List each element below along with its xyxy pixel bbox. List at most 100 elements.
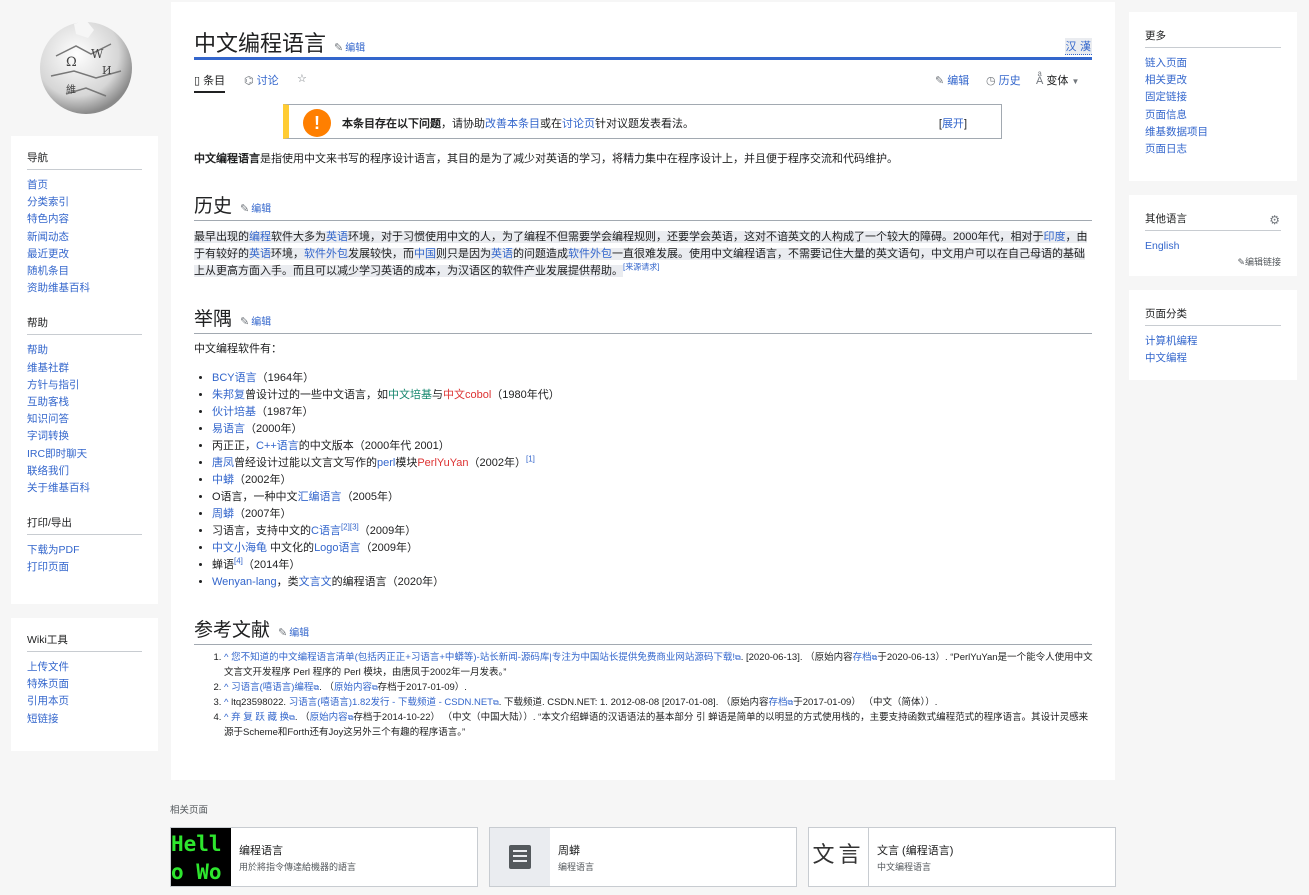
about-link[interactable]: 关于维基百科	[27, 482, 90, 494]
link-programming[interactable]: 编程	[249, 231, 271, 243]
list-item: 习语言，支持中文的C语言[2][3]（2009年）	[212, 523, 560, 540]
list-item: 唐凤曾经设计过能以文言文写作的perl模块PerlYuYan（2002年）[1]	[212, 455, 560, 472]
nav-category-index[interactable]: 分类索引	[27, 196, 69, 208]
tools-heading: Wiki工具	[27, 632, 142, 652]
cite-page-link[interactable]: 引用本页	[27, 695, 69, 707]
page-title: 中文编程语言 ✎ 编辑 汉 漢	[194, 26, 1092, 60]
related-card-zhoumang[interactable]: 周蟒 编程语言	[489, 827, 797, 887]
nav-donate[interactable]: 资助维基百科	[27, 282, 90, 294]
permanent-link[interactable]: 固定链接	[1145, 91, 1187, 103]
tab-history[interactable]: ◷ 历史	[986, 72, 1021, 88]
list-item: BCY语言（1964年）	[212, 370, 560, 387]
pencil-icon: ✎	[334, 42, 344, 54]
warning-icon: !	[303, 109, 331, 137]
nav-recent-changes[interactable]: 最近更改	[27, 248, 69, 260]
page-info-link[interactable]: 页面信息	[1145, 109, 1187, 121]
list-item: 丙正正，C++语言的中文版本（2000年代 2001）	[212, 438, 560, 455]
special-pages-link[interactable]: 特殊页面	[27, 678, 69, 690]
hello-world-thumbnail: Hello World	[171, 828, 231, 886]
wikipedia-logo[interactable]: Ω W И 維	[36, 16, 136, 116]
community-link[interactable]: 维基社群	[27, 362, 69, 374]
upload-file-link[interactable]: 上传文件	[27, 661, 69, 673]
category-link[interactable]: 计算机编程	[1145, 335, 1198, 347]
list-item: 蝉语[4]（2014年）	[212, 557, 560, 574]
more-heading: 更多	[1145, 28, 1281, 48]
irc-link[interactable]: IRC即时聊天	[27, 448, 87, 460]
list-item: O语言，一种中文汇编语言（2005年）	[212, 489, 560, 506]
citation-needed-link[interactable]: [来源请求]	[623, 262, 659, 271]
language-english-link[interactable]: English	[1145, 240, 1179, 252]
reference-item: ^ 您不知道的中文编程语言清单(包括丙正正+习语言+中蟒等)-站长新闻-源码库|…	[224, 650, 1094, 680]
examples-edit-link[interactable]: ✎ 编辑	[240, 316, 271, 328]
link-india[interactable]: 印度	[1043, 231, 1065, 243]
expand-toggle[interactable]: [展开]	[939, 115, 967, 131]
policy-link[interactable]: 方针与指引	[27, 379, 80, 391]
pencil-icon: ✎	[240, 203, 250, 215]
what-links-here-link[interactable]: 链入页面	[1145, 57, 1187, 69]
nav-heading: 导航	[27, 150, 142, 170]
conversion-link[interactable]: 字词转换	[27, 430, 69, 442]
talk-page-link[interactable]: 讨论页	[562, 118, 595, 130]
sidebar-navigation: 导航 首页 分类索引 特色内容 新闻动态 最近更改 随机条目 资助维基百科 帮助…	[11, 136, 158, 604]
issues-notice-box: ! 本条目存在以下问题，请协助改善本条目或在讨论页针对议题发表看法。 [展开]	[283, 104, 1002, 139]
link-english[interactable]: 英语	[491, 248, 513, 260]
tab-talk[interactable]: ⌬ 讨论	[244, 72, 279, 88]
related-changes-link[interactable]: 相关更改	[1145, 74, 1187, 86]
reference-item: ^ 习语言(嘻语言)编程⧉. （原始内容⧉存档于2017-01-09）.	[224, 680, 1094, 695]
article-icon: ▯	[194, 75, 201, 87]
related-card-wenyan[interactable]: 文言 文言 (编程语言) 中文编程语言	[808, 827, 1116, 887]
list-item: 中文小海龟 中文化的Logo语言（2009年）	[212, 540, 560, 557]
nav-random[interactable]: 随机条目	[27, 265, 69, 277]
watch-star-icon[interactable]: ☆	[297, 72, 307, 85]
download-pdf-link[interactable]: 下载为PDF	[27, 544, 80, 556]
history-paragraph: 最早出现的编程软件大多为英语环境，对于习惯使用中文的人，为了编程不但需要学会编程…	[194, 231, 1088, 277]
page-log-link[interactable]: 页面日志	[1145, 143, 1187, 155]
article-placeholder-icon	[490, 828, 550, 886]
print-page-link[interactable]: 打印页面	[27, 561, 69, 573]
languages-panel: 其他语言 ⚙ English ✎编辑链接	[1129, 195, 1297, 276]
nav-news[interactable]: 新闻动态	[27, 231, 69, 243]
pencil-icon: ✎	[1237, 257, 1245, 268]
page-title-text: 中文编程语言	[194, 32, 327, 57]
talk-icon: ⌬	[244, 75, 254, 87]
list-item: 中蟒（2002年）	[212, 472, 560, 489]
related-pages-heading: 相关页面	[170, 805, 209, 816]
link-english[interactable]: 英语	[249, 248, 271, 260]
village-pump-link[interactable]: 互助客栈	[27, 396, 69, 408]
title-edit-link[interactable]: ✎ 编辑	[334, 42, 365, 54]
svg-text:И: И	[102, 64, 112, 77]
contact-link[interactable]: 联络我们	[27, 465, 69, 477]
section-heading-examples: 举隅 ✎ 编辑	[194, 304, 1092, 334]
gear-icon[interactable]: ⚙	[1269, 213, 1280, 227]
references-list: ^ 您不知道的中文编程语言清单(包括丙正正+习语言+中蟒等)-站长新闻-源码库|…	[224, 650, 1094, 740]
link-english[interactable]: 英语	[326, 231, 348, 243]
more-panel: 更多 链入页面 相关更改 固定链接 页面信息 维基数据项目 页面日志	[1129, 12, 1297, 181]
languages-heading: 其他语言	[1145, 211, 1281, 231]
link-outsourcing[interactable]: 软件外包	[568, 248, 612, 260]
nav-main-page[interactable]: 首页	[27, 179, 48, 191]
history-icon: ◷	[986, 75, 996, 87]
pencil-icon: ✎	[240, 316, 250, 328]
short-url-link[interactable]: 短链接	[27, 713, 59, 725]
qa-link[interactable]: 知识问答	[27, 413, 69, 425]
tab-variants[interactable]: Aͣ 变体 ▼	[1036, 72, 1079, 88]
help-link[interactable]: 帮助	[27, 344, 48, 356]
examples-intro: 中文编程软件有：	[194, 343, 282, 355]
references-edit-link[interactable]: ✎ 编辑	[278, 627, 309, 639]
categories-heading: 页面分类	[1145, 306, 1281, 326]
related-card-programming-language[interactable]: Hello World 编程语言 用於將指令傳達給機器的語言	[170, 827, 478, 887]
link-china[interactable]: 中国	[414, 248, 436, 260]
history-edit-link[interactable]: ✎ 编辑	[240, 203, 271, 215]
nav-featured[interactable]: 特色内容	[27, 213, 69, 225]
section-heading-references: 参考文献 ✎ 编辑	[194, 615, 1092, 645]
edit-links-link[interactable]: ✎编辑链接	[1145, 255, 1281, 268]
reference-item: ^ 弃 复 跃 藏 换⧉. （原始内容⧉存档于2014-10-22） （中文（中…	[224, 710, 1094, 740]
category-link[interactable]: 中文编程	[1145, 352, 1187, 364]
language-variant-toggle[interactable]: 汉 漢	[1064, 38, 1092, 55]
wikidata-item-link[interactable]: 维基数据项目	[1145, 126, 1208, 138]
tab-edit[interactable]: ✎ 编辑	[935, 72, 969, 88]
improve-article-link[interactable]: 改善本条目	[485, 118, 540, 130]
tab-article[interactable]: ▯ 条目	[194, 72, 226, 93]
link-outsourcing[interactable]: 软件外包	[304, 248, 348, 260]
edit-icon: ✎	[935, 75, 945, 87]
